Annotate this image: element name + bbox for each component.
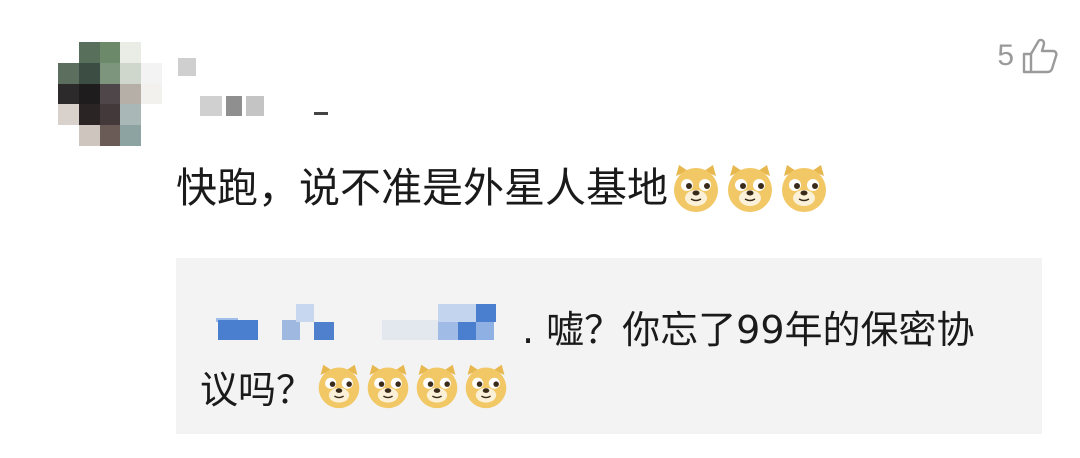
reply-text-line2: 议吗？ — [200, 367, 315, 412]
comment-text: 快跑，说不准是外星人基地 — [176, 164, 668, 212]
reply-username-redacted[interactable] — [198, 296, 518, 356]
reply-second-line: 议吗？ — [200, 356, 510, 416]
reply-thread[interactable]: . 嘘？你忘了99年的保密协 议吗？ — [176, 258, 1042, 434]
comment-body: 快跑，说不准是外星人基地 — [176, 158, 1040, 218]
doge-emoji-icon — [782, 165, 826, 212]
doge-emoji-icon — [318, 364, 360, 409]
doge-emoji-icon — [465, 364, 507, 409]
doge-emoji-icon — [416, 364, 458, 409]
reply-first-line: . 嘘？你忘了99年的保密协 — [198, 296, 1028, 356]
reply-text-line1: . 嘘？你忘了99年的保密协 — [522, 307, 975, 352]
avatar[interactable] — [58, 42, 162, 146]
doge-emoji-icon — [367, 364, 409, 409]
like-button[interactable]: 5 — [997, 32, 1060, 80]
doge-emoji-icon — [674, 165, 718, 212]
username-redacted[interactable] — [178, 58, 328, 122]
thumbs-up-icon[interactable] — [1020, 36, 1060, 76]
doge-emoji-icon — [728, 165, 772, 212]
like-count: 5 — [997, 39, 1014, 72]
